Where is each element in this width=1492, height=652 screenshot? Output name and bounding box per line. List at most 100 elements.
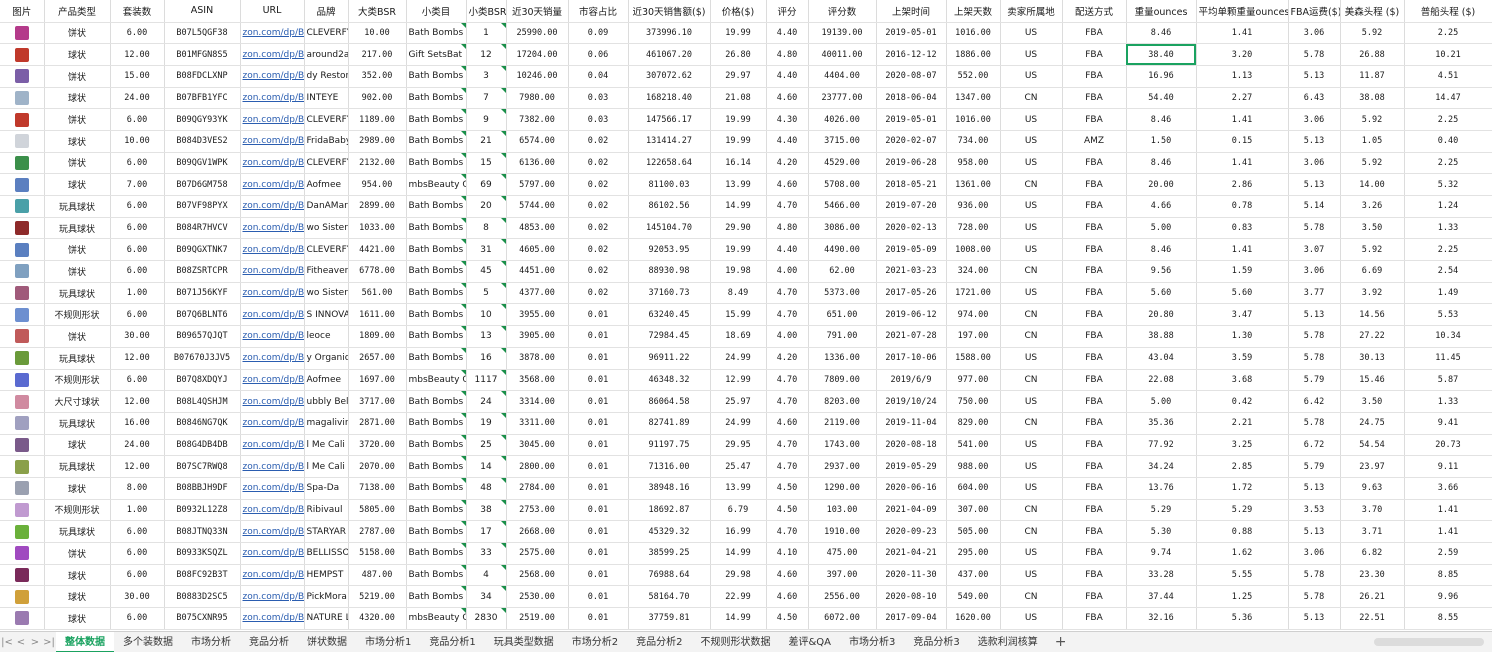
table-cell[interactable]: 0.42: [1196, 390, 1289, 413]
table-cell[interactable]: 5.55: [1196, 564, 1289, 587]
sheet-tab[interactable]: 不规则形状数据: [692, 632, 780, 652]
table-cell[interactable]: FBA: [1062, 65, 1127, 88]
table-cell[interactable]: 45: [466, 260, 507, 283]
table-cell[interactable]: zon.com/dp/B: [240, 369, 305, 392]
table-cell[interactable]: STARYAR: [304, 520, 349, 543]
table-cell[interactable]: 0.02: [568, 152, 629, 175]
table-cell[interactable]: 4451.00: [506, 260, 569, 283]
table-cell[interactable]: 38948.16: [628, 477, 711, 500]
table-cell[interactable]: 1.59: [1196, 260, 1289, 283]
product-image-cell[interactable]: [0, 564, 45, 587]
table-cell[interactable]: 1008.00: [946, 238, 1001, 262]
table-cell[interactable]: 352.00: [348, 65, 407, 88]
product-image-cell[interactable]: [0, 477, 45, 500]
table-cell[interactable]: zon.com/dp/B: [240, 43, 305, 66]
table-cell[interactable]: 9.11: [1404, 455, 1492, 478]
table-cell[interactable]: 24.00: [110, 87, 165, 110]
table-cell[interactable]: CLEVERFY: [304, 108, 349, 131]
table-cell[interactable]: 4.70: [766, 369, 809, 392]
table-cell[interactable]: 2784.00: [506, 477, 569, 500]
table-cell[interactable]: FBA: [1062, 347, 1127, 370]
column-header[interactable]: 品牌: [304, 0, 349, 23]
table-cell[interactable]: 0.01: [568, 390, 629, 413]
table-cell[interactable]: FBA: [1062, 87, 1127, 110]
table-cell[interactable]: 7: [466, 87, 507, 110]
table-cell[interactable]: zon.com/dp/B: [240, 412, 305, 435]
table-cell[interactable]: US: [1000, 152, 1063, 175]
table-cell[interactable]: 2.54: [1404, 260, 1492, 283]
table-cell[interactable]: 4.51: [1404, 65, 1492, 88]
table-cell[interactable]: 3720.00: [348, 434, 407, 457]
table-cell[interactable]: 0.02: [568, 173, 629, 196]
table-cell[interactable]: 86064.58: [628, 390, 711, 413]
table-cell[interactable]: 71316.00: [628, 455, 711, 478]
table-cell[interactable]: CN: [1000, 87, 1063, 110]
table-cell[interactable]: 96911.22: [628, 347, 711, 370]
table-cell[interactable]: 2.25: [1404, 152, 1492, 175]
table-cell[interactable]: 461067.20: [628, 43, 711, 66]
table-cell[interactable]: Ribivaul: [304, 499, 349, 522]
table-cell[interactable]: 6.00: [110, 238, 165, 262]
table-cell[interactable]: 2.25: [1404, 238, 1492, 262]
table-cell[interactable]: 饼状: [44, 22, 111, 45]
table-cell[interactable]: 8.00: [110, 477, 165, 500]
table-cell[interactable]: 5797.00: [506, 173, 569, 196]
table-cell[interactable]: 2021-03-23: [876, 260, 947, 283]
table-cell[interactable]: Bath Bombs: [406, 434, 467, 457]
table-cell[interactable]: FBA: [1062, 282, 1127, 305]
table-cell[interactable]: 5.14: [1288, 195, 1341, 218]
table-cell[interactable]: 大尺寸球状: [44, 390, 111, 413]
table-cell[interactable]: 球状: [44, 173, 111, 196]
table-cell[interactable]: 0.15: [1196, 130, 1289, 153]
table-cell[interactable]: 12.00: [110, 347, 165, 370]
spreadsheet-grid[interactable]: 图片 产品类型 套装数 ASIN URL 品牌 大类BSR 小类目 小类BSR 近30天销量 市容占…: [0, 0, 1492, 630]
table-cell[interactable]: CN: [1000, 412, 1063, 435]
column-header[interactable]: ASIN: [164, 0, 241, 23]
table-cell[interactable]: 22.99: [710, 585, 767, 609]
table-cell[interactable]: Bath Bombs: [406, 477, 467, 500]
table-cell[interactable]: 43.04: [1126, 347, 1197, 370]
table-cell[interactable]: FBA: [1062, 390, 1127, 413]
table-cell[interactable]: 58164.70: [628, 585, 711, 609]
table-cell[interactable]: 2018-05-21: [876, 173, 947, 196]
table-cell[interactable]: B0883D2SC5: [164, 585, 241, 609]
table-cell[interactable]: zon.com/dp/B: [240, 607, 305, 630]
table-cell[interactable]: 4.70: [766, 520, 809, 543]
table-cell[interactable]: Bath Bombs: [406, 152, 467, 175]
table-cell[interactable]: US: [1000, 564, 1063, 587]
table-cell[interactable]: 19.99: [710, 108, 767, 131]
table-cell[interactable]: 0.01: [568, 542, 629, 565]
sheet-tab[interactable]: 差评&QA: [780, 632, 841, 652]
table-cell[interactable]: US: [1000, 130, 1063, 153]
table-cell[interactable]: B071J56KYF: [164, 282, 241, 305]
table-cell[interactable]: FBA: [1062, 22, 1127, 45]
table-cell[interactable]: 20.73: [1404, 434, 1492, 457]
table-cell[interactable]: B07L5QGF38: [164, 22, 241, 45]
table-cell[interactable]: FBA: [1062, 325, 1127, 348]
table-cell[interactable]: 7382.00: [506, 108, 569, 131]
table-cell[interactable]: 0.01: [568, 520, 629, 543]
product-image-cell[interactable]: [0, 130, 45, 153]
table-cell[interactable]: PickMora: [304, 585, 349, 609]
table-cell[interactable]: Bath Bombs: [406, 564, 467, 587]
table-cell[interactable]: 玩具球状: [44, 282, 111, 305]
table-cell[interactable]: 9.74: [1126, 542, 1197, 565]
table-cell[interactable]: zon.com/dp/B: [240, 130, 305, 153]
table-cell[interactable]: 2753.00: [506, 499, 569, 522]
table-cell[interactable]: 30.00: [110, 325, 165, 348]
table-cell[interactable]: 26.88: [1340, 43, 1405, 66]
table-cell[interactable]: 1721.00: [946, 282, 1001, 305]
table-cell[interactable]: 0.01: [568, 412, 629, 435]
table-cell[interactable]: 14.99: [710, 607, 767, 630]
table-cell[interactable]: 6.00: [110, 108, 165, 131]
table-cell[interactable]: 10.00: [110, 130, 165, 153]
table-cell[interactable]: FBA: [1062, 173, 1127, 196]
table-cell[interactable]: 9.96: [1404, 585, 1492, 609]
table-cell[interactable]: Aofmee: [304, 173, 349, 196]
table-cell[interactable]: 3.50: [1340, 390, 1405, 413]
table-cell[interactable]: 24.00: [110, 434, 165, 457]
table-cell[interactable]: 3.70: [1340, 499, 1405, 522]
sheet-tab[interactable]: 市场分析3: [840, 632, 904, 652]
column-header[interactable]: 评分数: [808, 0, 877, 23]
table-cell[interactable]: 2020-02-13: [876, 217, 947, 240]
